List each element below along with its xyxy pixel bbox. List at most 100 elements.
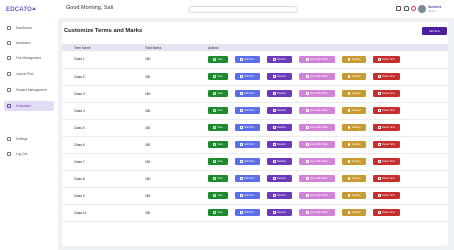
excel-button[interactable]: Excel Mks Table: [299, 209, 335, 216]
avatar[interactable]: [418, 4, 426, 13]
excel-button[interactable]: Excel Mks Table: [299, 124, 335, 131]
reorder-button[interactable]: Reorder: [267, 90, 292, 97]
col-term-name: Term Name: [62, 44, 145, 51]
sidebar-item-logout[interactable]: Log Out: [4, 149, 54, 159]
sidebar-item-settings[interactable]: Settings: [4, 134, 54, 144]
reorder-label: Reorder: [277, 160, 286, 163]
delete-button[interactable]: Delete Term: [373, 192, 400, 199]
excel-button[interactable]: Excel Mks Table: [299, 192, 335, 199]
grading-button[interactable]: Grading: [342, 192, 366, 199]
add-term-button[interactable]: Add Term: [422, 27, 447, 35]
reorder-label: Reorder: [277, 194, 286, 197]
view-button[interactable]: View: [208, 192, 228, 199]
excel-button[interactable]: Excel Mks Table: [299, 55, 335, 63]
term-name-cell: Class 10: [62, 204, 145, 222]
excel-button[interactable]: Excel Mks Table: [299, 73, 335, 80]
delete-button[interactable]: Delete Term: [373, 124, 400, 131]
grading-icon: [347, 194, 351, 197]
reorder-button[interactable]: Reorder: [267, 158, 292, 165]
sidebar-item-evaluation[interactable]: Evaluation: [4, 101, 54, 111]
view-button[interactable]: View: [208, 90, 228, 97]
view-button[interactable]: View: [208, 55, 228, 63]
reorder-button[interactable]: Reorder: [267, 192, 292, 199]
edit-button[interactable]: Edit Term: [235, 124, 260, 131]
delete-button[interactable]: Delete Term: [373, 73, 400, 80]
excel-button[interactable]: Excel Mks Table: [299, 90, 335, 97]
grading-label: Grading: [351, 194, 361, 197]
excel-button[interactable]: Excel Mks Table: [299, 141, 335, 148]
edit-button[interactable]: Edit Term: [235, 73, 260, 80]
grading-button[interactable]: Grading: [342, 107, 366, 114]
pencil-icon: [240, 109, 244, 112]
grading-button[interactable]: Grading: [342, 55, 366, 63]
reorder-button[interactable]: Reorder: [267, 107, 292, 114]
grading-button[interactable]: Grading: [342, 90, 366, 97]
reorder-button[interactable]: Reorder: [267, 55, 292, 63]
edit-button[interactable]: Edit Term: [235, 158, 260, 165]
sidebar-item-lesson-plan[interactable]: Lesson Plan: [4, 69, 54, 79]
view-button[interactable]: View: [208, 158, 228, 165]
view-button[interactable]: View: [208, 141, 228, 148]
app-logo[interactable]: EDCATO: [6, 7, 36, 13]
sidebar-item-dashboard[interactable]: Dashboard: [4, 23, 54, 33]
view-button[interactable]: View: [208, 107, 228, 114]
actions-cell: View Edit Term Reorder Excel Mks Table Gradi…: [208, 51, 448, 69]
view-button[interactable]: View: [208, 175, 228, 182]
bell-icon[interactable]: [404, 6, 409, 11]
calendar-icon[interactable]: [396, 6, 401, 11]
sidebar-item-admission[interactable]: Admission: [4, 38, 54, 48]
delete-button[interactable]: Delete Term: [373, 141, 400, 148]
grading-button[interactable]: Grading: [342, 158, 366, 165]
edit-button[interactable]: Edit Term: [235, 192, 260, 199]
reorder-icon: [273, 160, 276, 163]
grading-button[interactable]: Grading: [342, 124, 366, 131]
edit-button[interactable]: Edit Term: [235, 175, 260, 182]
edit-button[interactable]: Edit Term: [235, 90, 260, 97]
view-button[interactable]: View: [208, 209, 228, 216]
sidebar-item-fee-management[interactable]: Fee Management: [4, 53, 54, 63]
total-marks-cell: 180: [145, 204, 208, 222]
table-row: Class 2 180 View Edit Term Reorder Excel Mks …: [62, 68, 448, 86]
search-input[interactable]: [188, 6, 298, 13]
power-icon[interactable]: [411, 6, 416, 11]
delete-button[interactable]: Delete Term: [373, 158, 400, 165]
delete-button[interactable]: Delete Term: [373, 175, 400, 182]
excel-label: Excel Mks Table: [310, 211, 328, 214]
delete-button[interactable]: Delete Term: [373, 209, 400, 216]
view-button[interactable]: View: [208, 124, 228, 131]
grading-icon: [347, 92, 351, 95]
delete-button[interactable]: Delete Term: [373, 107, 400, 114]
eye-icon: [213, 177, 216, 180]
sidebar-item-label: Fee Management: [16, 56, 41, 60]
reorder-button[interactable]: Reorder: [267, 209, 292, 216]
grading-icon: [347, 177, 351, 180]
grading-button[interactable]: Grading: [342, 175, 366, 182]
term-name-cell: Class 5: [62, 119, 145, 137]
edit-button[interactable]: Edit Term: [235, 107, 260, 114]
edit-button[interactable]: Edit Term: [235, 55, 260, 63]
reorder-button[interactable]: Reorder: [267, 175, 292, 182]
table-icon: [306, 109, 309, 112]
view-button[interactable]: View: [208, 73, 228, 80]
reorder-button[interactable]: Reorder: [267, 73, 292, 80]
delete-label: Delete Term: [382, 194, 395, 197]
edit-button[interactable]: Edit Term: [235, 141, 260, 148]
edit-label: Edit Term: [244, 57, 255, 61]
total-marks-cell: 180: [145, 85, 208, 103]
excel-button[interactable]: Excel Mks Table: [299, 107, 335, 114]
delete-button[interactable]: Delete Term: [373, 55, 400, 63]
reorder-button[interactable]: Reorder: [267, 141, 292, 148]
excel-button[interactable]: Excel Mks Table: [299, 175, 335, 182]
term-name-cell: Class 9: [62, 187, 145, 205]
excel-button[interactable]: Excel Mks Table: [299, 158, 335, 165]
delete-button[interactable]: Delete Term: [373, 90, 400, 97]
sidebar-item-student-management[interactable]: Student Management: [4, 85, 54, 95]
action-buttons: View Edit Term Reorder Excel Mks Table Gradi…: [208, 90, 448, 97]
grading-button[interactable]: Grading: [342, 141, 366, 148]
grading-button[interactable]: Grading: [342, 73, 366, 80]
edit-button[interactable]: Edit Term: [235, 209, 260, 216]
grading-button[interactable]: Grading: [342, 209, 366, 216]
excel-label: Excel Mks Table: [310, 143, 328, 146]
reorder-button[interactable]: Reorder: [267, 124, 292, 131]
grading-icon: [347, 143, 351, 146]
